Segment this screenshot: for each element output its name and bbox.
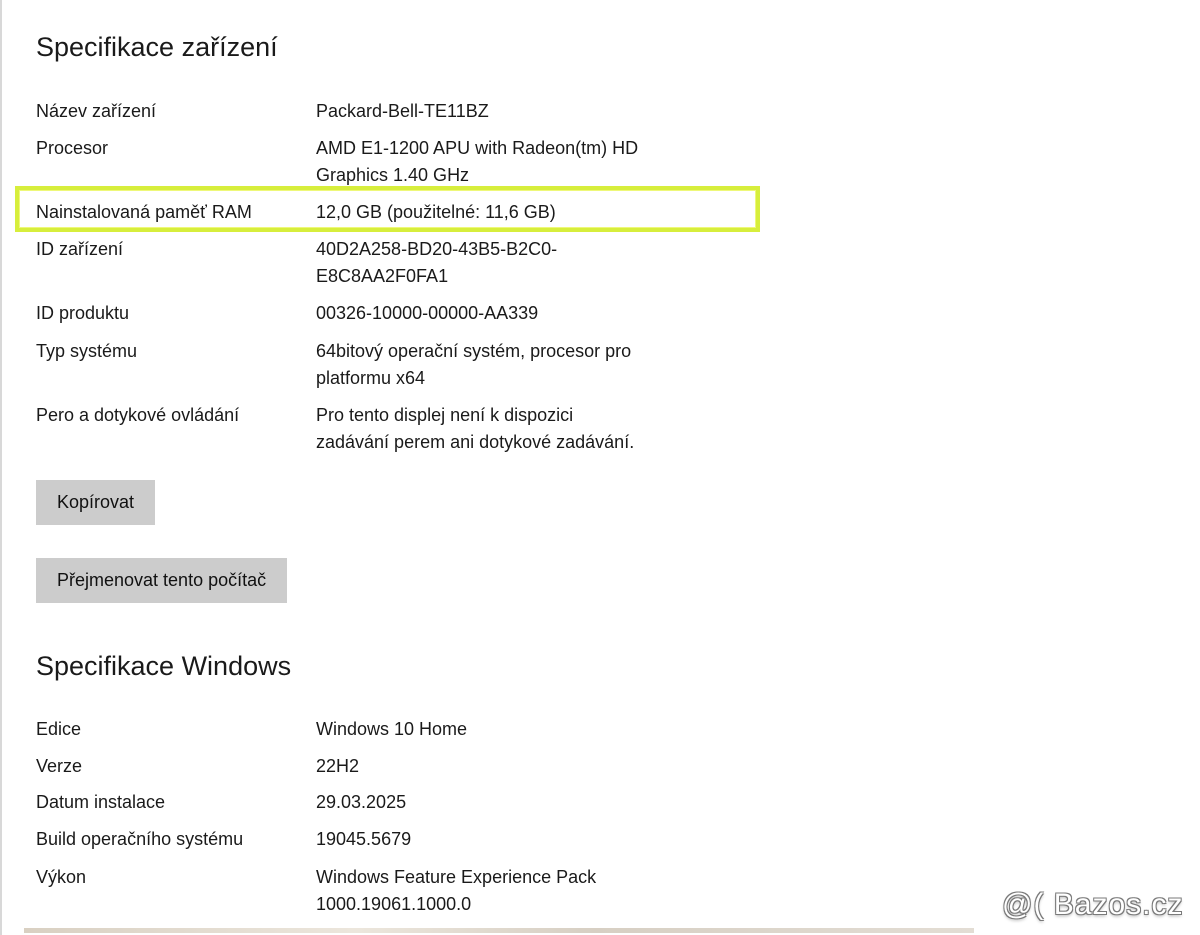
spec-value: Windows 10 Home <box>316 719 468 739</box>
spec-label: Datum instalace <box>36 792 166 812</box>
spec-label: Build operačního systému <box>36 829 244 849</box>
spec-value: 00326-10000-00000-AA339 <box>316 303 539 323</box>
spec-label: Typ systému <box>36 341 138 361</box>
spec-label: Procesor <box>36 138 109 158</box>
spec-value: AMD E1-1200 APU with Radeon(tm) HD Graph… <box>316 138 639 185</box>
spec-value: Windows Feature Experience Pack 1000.190… <box>316 867 597 914</box>
spec-label: Název zařízení <box>36 101 157 121</box>
spec-value: 29.03.2025 <box>316 792 407 812</box>
spec-value: 19045.5679 <box>316 829 412 849</box>
spec-label: Edice <box>36 719 82 739</box>
spec-value: 22H2 <box>316 756 360 776</box>
bottom-divider <box>24 928 974 933</box>
bazos-watermark: @( Bazos.cz <box>1002 888 1184 921</box>
device-spec-title: Specifikace zařízení <box>36 32 278 62</box>
spec-label: Pero a dotykové ovládání <box>36 405 240 425</box>
spec-value: Pro tento displej není k dispozici zadáv… <box>316 405 635 452</box>
spec-value: 40D2A258-BD20-43B5-B2C0- E8C8AA2F0FA1 <box>316 239 558 286</box>
copy-button[interactable]: Kopírovat <box>36 480 156 525</box>
ram-highlight-box <box>15 186 760 232</box>
spec-label: ID produktu <box>36 303 130 323</box>
rename-pc-button[interactable]: Přejmenovat tento počítač <box>36 558 288 603</box>
spec-value: Packard-Bell-TE11BZ <box>316 101 489 121</box>
windows-spec-title: Specifikace Windows <box>36 651 292 681</box>
window-left-edge <box>0 0 2 935</box>
spec-label: Verze <box>36 756 83 776</box>
spec-value: 64bitový operační systém, procesor pro p… <box>316 341 632 388</box>
spec-label: Výkon <box>36 867 87 887</box>
spec-label: ID zařízení <box>36 239 124 259</box>
